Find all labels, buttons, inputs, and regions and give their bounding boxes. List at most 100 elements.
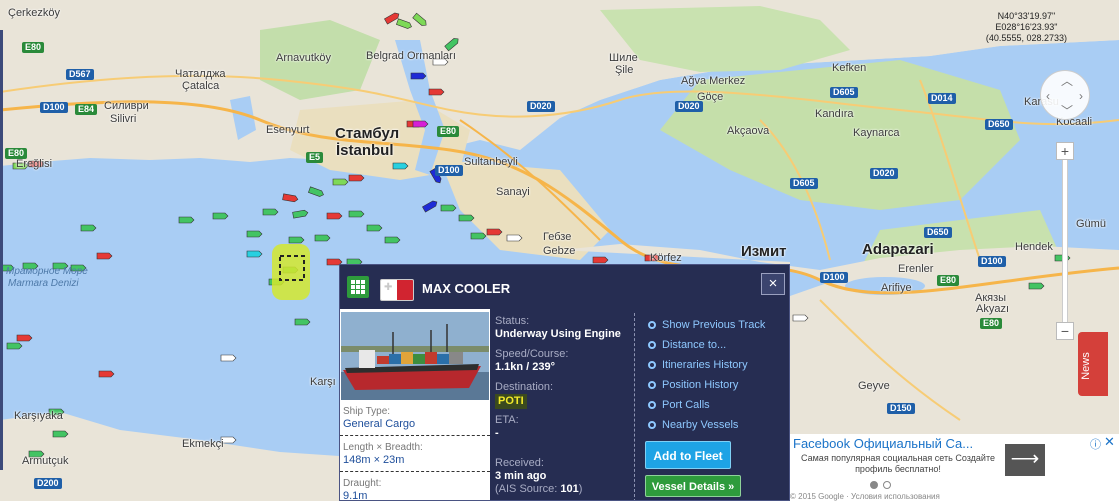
pan-control[interactable]: ︿ ﹀ ‹ › (1040, 70, 1090, 120)
road-shield: E80 (980, 318, 1003, 329)
divider (340, 471, 490, 472)
vessel-marker-icon[interactable] (792, 314, 809, 322)
place-label: Esenyurt (266, 124, 310, 136)
pan-right-icon[interactable]: › (1079, 90, 1083, 102)
close-button[interactable]: × (761, 273, 785, 295)
left-panel-strip[interactable] (0, 30, 3, 470)
vessel-marker-icon[interactable] (592, 256, 609, 264)
vessel-marker-icon[interactable] (486, 228, 503, 236)
vessel-marker-icon[interactable] (326, 212, 343, 220)
place-label: Чаталджа (175, 68, 226, 80)
vessel-marker-icon[interactable] (1028, 282, 1045, 290)
road-shield: D650 (985, 119, 1013, 130)
vessel-marker-icon[interactable] (384, 236, 401, 244)
vessel-marker-icon[interactable] (314, 234, 331, 242)
vessel-marker-icon[interactable] (6, 342, 23, 350)
news-tab[interactable]: News (1078, 332, 1108, 396)
dimensions-field: Length × Breadth: 148m × 23m (343, 441, 423, 467)
itineraries-history-link[interactable]: Itineraries History (648, 359, 748, 371)
distance-to-link[interactable]: Distance to... (648, 339, 726, 351)
vessel-menu-grid-icon[interactable] (347, 276, 369, 298)
vessel-marker-icon[interactable] (80, 224, 97, 232)
place-label: Gümü (1076, 218, 1106, 230)
vessel-marker-icon[interactable] (288, 236, 305, 244)
vessel-marker-icon[interactable] (348, 174, 365, 182)
eta-value: - (495, 427, 499, 439)
destination-field: Destination: POTI (495, 381, 553, 409)
coordinates-lat: N40°33'19.97" (997, 11, 1056, 21)
received-value: 3 min ago (495, 470, 547, 482)
place-label: Erenler (898, 263, 934, 275)
ad-banner[interactable]: Facebook Официальный Са... Самая популяр… (790, 434, 1119, 501)
place-label: Hendek (1015, 241, 1053, 253)
vessel-marker-icon[interactable] (412, 120, 429, 128)
vessel-marker-icon[interactable] (16, 334, 33, 342)
eta-label: ETA: (495, 414, 519, 426)
vessel-marker-icon[interactable] (98, 370, 115, 378)
road-shield: D100 (820, 272, 848, 283)
place-label: Geyve (858, 380, 890, 392)
place-label: Akyazı (976, 303, 1010, 315)
place-label: Kaynarca (853, 127, 900, 139)
position-history-link[interactable]: Position History (648, 379, 738, 391)
vessel-details-button[interactable]: Vessel Details » (645, 475, 741, 497)
ad-title[interactable]: Facebook Официальный Са... (793, 436, 973, 451)
draught-field: Draught: 9.1m (343, 477, 381, 501)
vessel-photo[interactable] (341, 312, 489, 400)
vessel-marker-icon[interactable] (178, 216, 195, 224)
vessel-marker-icon[interactable] (470, 232, 487, 240)
vessel-marker-icon[interactable] (440, 204, 457, 212)
received-label: Received: (495, 457, 544, 469)
zoom-out-button[interactable]: − (1056, 322, 1074, 340)
vessel-marker-icon[interactable] (220, 354, 237, 362)
vessel-marker-icon[interactable] (348, 210, 365, 218)
place-label: Arifiye (881, 282, 912, 294)
vessel-marker-icon[interactable] (366, 224, 383, 232)
zoom-in-button[interactable]: + (1056, 142, 1074, 160)
pan-up-icon[interactable]: ︿ (1061, 75, 1073, 87)
zoom-slider[interactable] (1062, 150, 1068, 334)
vessel-marker-icon[interactable] (294, 318, 311, 326)
ad-arrow-button[interactable]: ⟶ (1005, 444, 1045, 476)
road-shield: D014 (928, 93, 956, 104)
vessel-marker-icon[interactable] (458, 214, 475, 222)
place-label: Измит (741, 243, 787, 260)
place-label: Silivri (110, 113, 137, 125)
nearby-vessels-link[interactable]: Nearby Vessels (648, 419, 738, 431)
vessel-marker-icon[interactable] (392, 162, 409, 170)
place-label: Marmara Denizi (8, 278, 79, 289)
coordinates-lon: E028°16'23.93" (995, 22, 1058, 32)
ad-text: Самая популярная социальная сеть Создайт… (801, 453, 995, 474)
eta-field: ETA: - (495, 414, 519, 440)
vessel-marker-icon[interactable] (410, 72, 427, 80)
vessel-marker-icon[interactable] (332, 178, 349, 186)
vessel-marker-icon[interactable] (52, 430, 69, 438)
vessel-marker-icon[interactable] (212, 212, 229, 220)
vessel-marker-icon[interactable] (246, 230, 263, 238)
status-value: Underway Using Engine (495, 328, 621, 340)
bullet-icon (648, 401, 656, 409)
dimensions-value: 148m × 23m (343, 454, 405, 466)
bullet-icon (648, 361, 656, 369)
ad-close-icon[interactable]: ✕ (1104, 434, 1115, 450)
draught-value: 9.1m (343, 490, 368, 501)
road-shield: D200 (34, 478, 62, 489)
road-shield: D100 (978, 256, 1006, 267)
place-label: Belgrad Ormanları (366, 50, 456, 62)
vessel-marker-icon[interactable] (506, 234, 523, 242)
vessel-marker-icon[interactable] (96, 252, 113, 260)
vessel-name: MAX COOLER (422, 281, 511, 296)
show-previous-track-link[interactable]: Show Previous Track (648, 319, 765, 331)
pan-down-icon[interactable]: ﹀ (1061, 105, 1073, 117)
map-attribution: © 2015 Google · Условия использования (790, 492, 940, 501)
pan-left-icon[interactable]: ‹ (1046, 90, 1050, 102)
add-to-fleet-button[interactable]: Add to Fleet (645, 441, 731, 469)
vessel-marker-icon[interactable] (262, 208, 279, 216)
place-label: Şile (615, 64, 634, 76)
ad-info-icon[interactable]: ⓘ (1090, 436, 1101, 452)
vessel-marker-icon[interactable] (246, 250, 263, 258)
road-shield: D020 (870, 168, 898, 179)
vessel-marker-icon[interactable] (428, 88, 445, 96)
port-calls-link[interactable]: Port Calls (648, 399, 710, 411)
dimensions-label: Length × Breadth: (343, 442, 423, 453)
